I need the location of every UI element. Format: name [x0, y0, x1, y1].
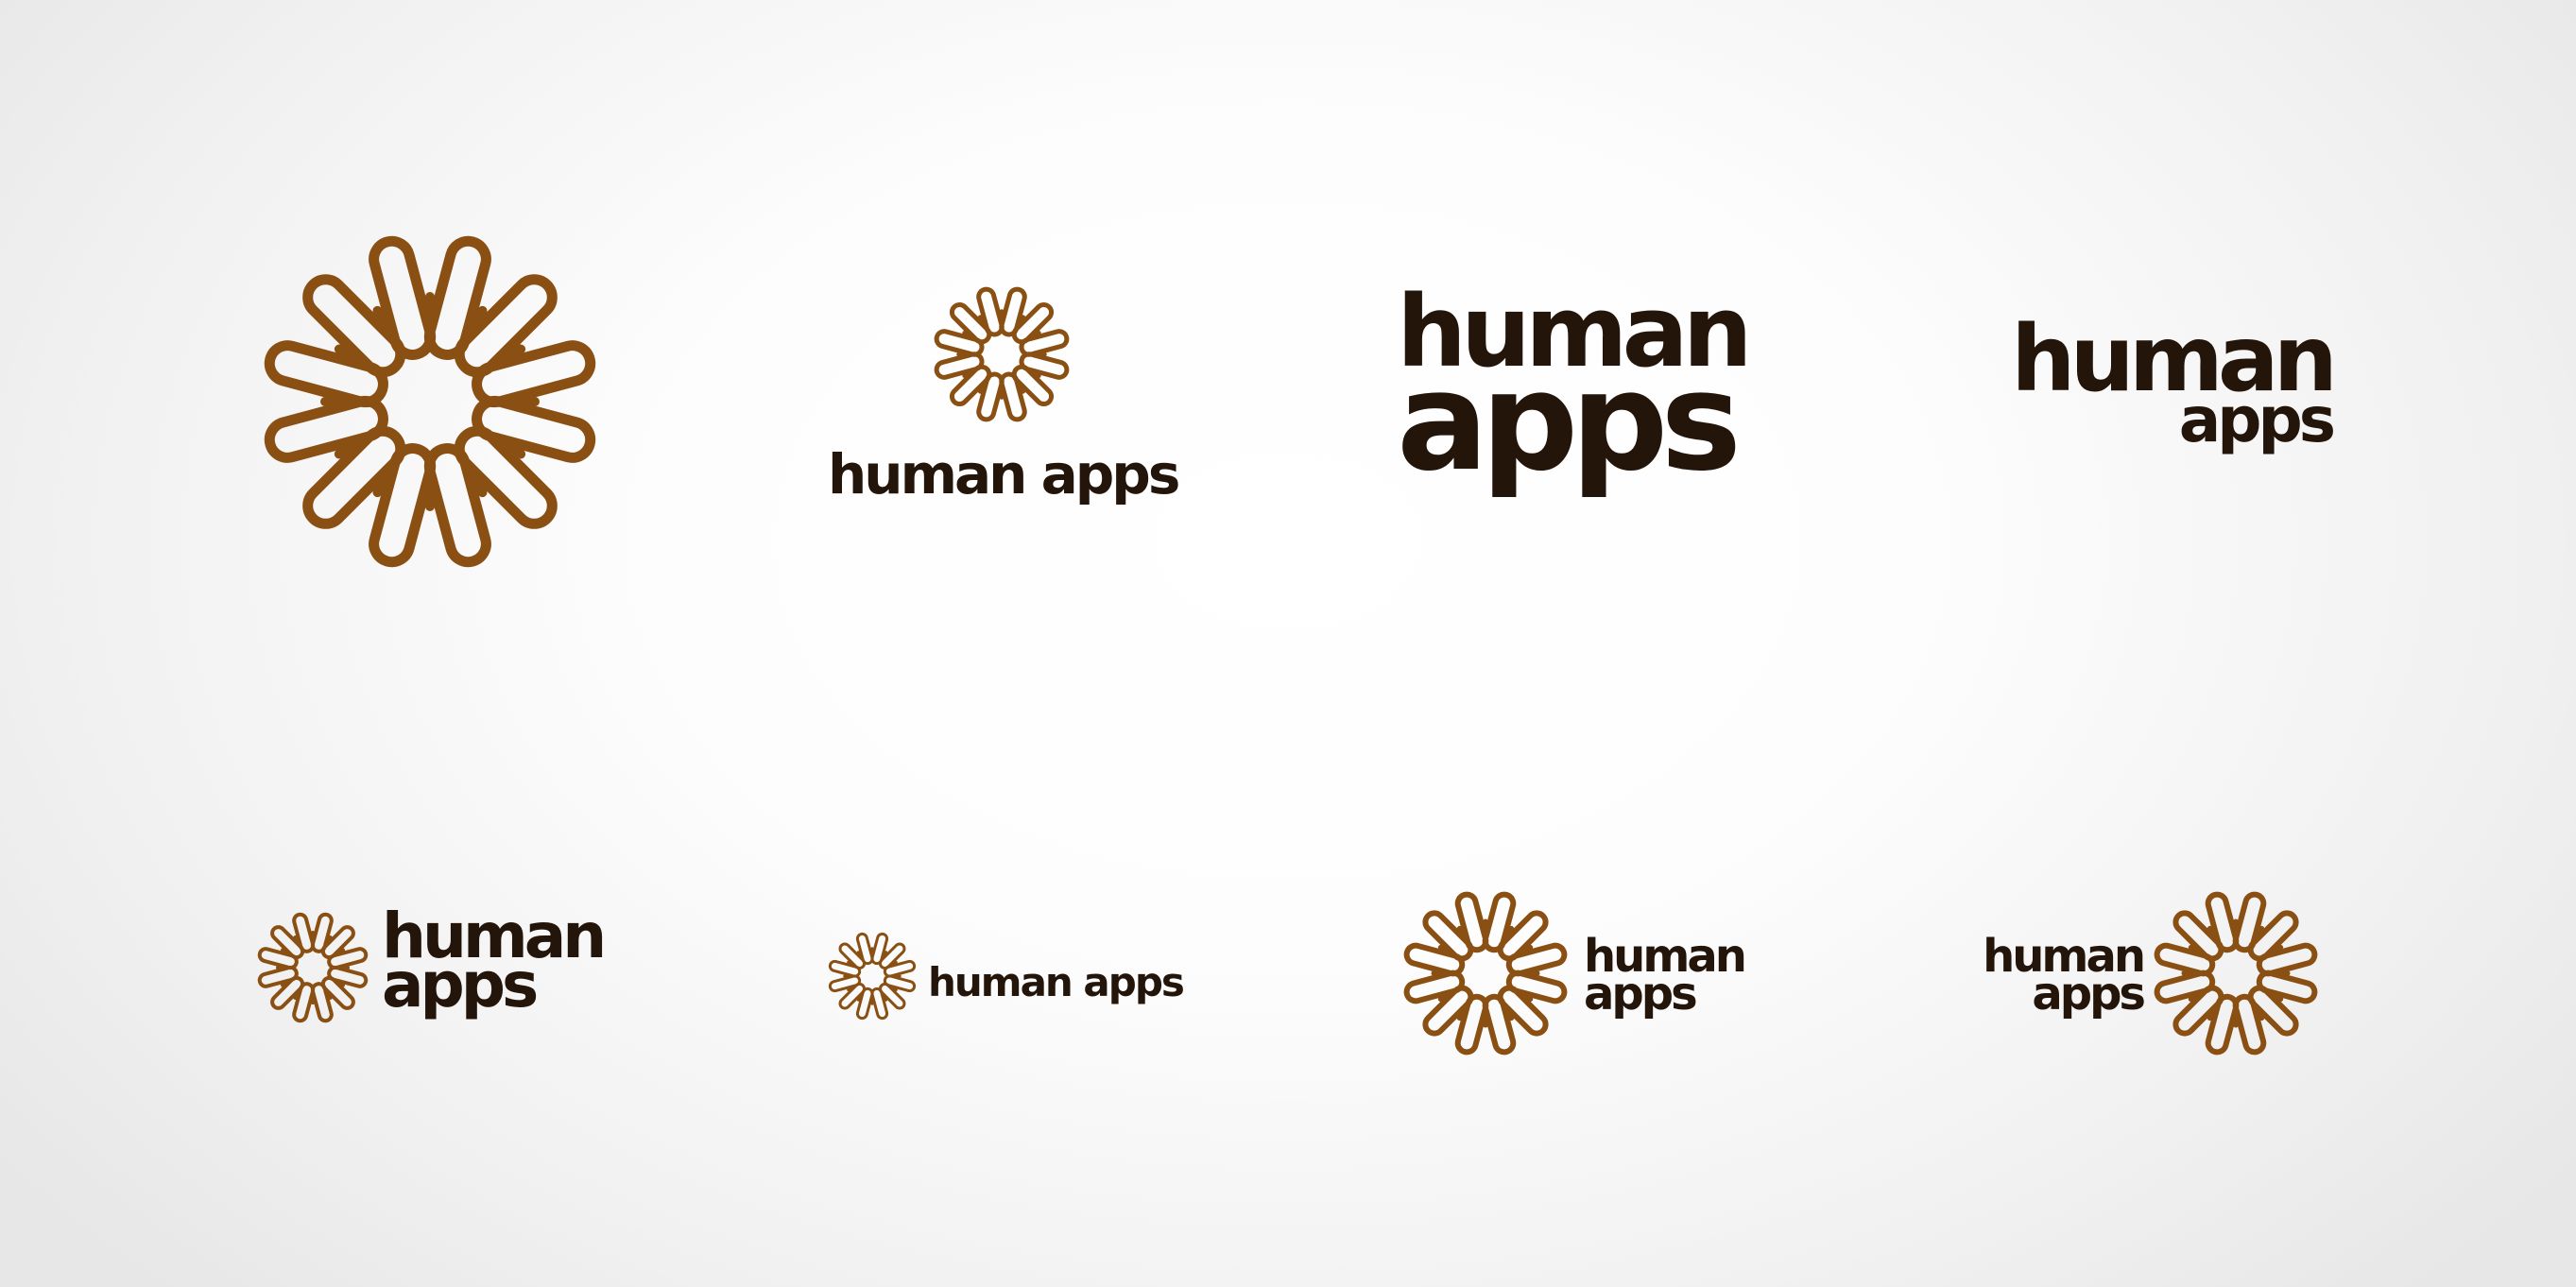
- wordmark-line-2: apps: [1584, 968, 1698, 1021]
- wordmark-line-2: apps: [2032, 968, 2146, 1021]
- wordmark-line-2: apps: [382, 949, 539, 1021]
- sunburst-icon: [1403, 891, 1568, 1055]
- wordmark-line-2: apps: [2178, 384, 2336, 456]
- logo-symbol-only: [255, 227, 605, 576]
- logo-symbol-left-wordmark-stacked-small: human apps: [1400, 888, 1760, 1058]
- logo-symbol-left-wordmark-stacked: human apps: [255, 900, 614, 1030]
- logo-symbol-above-wordmark: human apps: [822, 283, 1181, 520]
- logo-symbol-left-wordmark-single: human apps: [827, 931, 1186, 1025]
- wordmark-line-2: apps: [1397, 342, 1742, 501]
- logo-wordmark-stacked-right: human apps: [1973, 306, 2338, 501]
- logo-wordmark-stacked-large: human apps: [1397, 274, 1756, 520]
- sunburst-icon: [934, 286, 1070, 422]
- sunburst-icon: [2154, 891, 2318, 1055]
- logo-wordmark-left-symbol-right: human apps: [1973, 888, 2332, 1058]
- sunburst-icon: [264, 235, 596, 568]
- wordmark-single-line: human apps: [928, 959, 1185, 1005]
- sunburst-icon: [257, 912, 369, 1023]
- wordmark-single-line: human apps: [828, 442, 1180, 506]
- sunburst-icon: [828, 932, 917, 1021]
